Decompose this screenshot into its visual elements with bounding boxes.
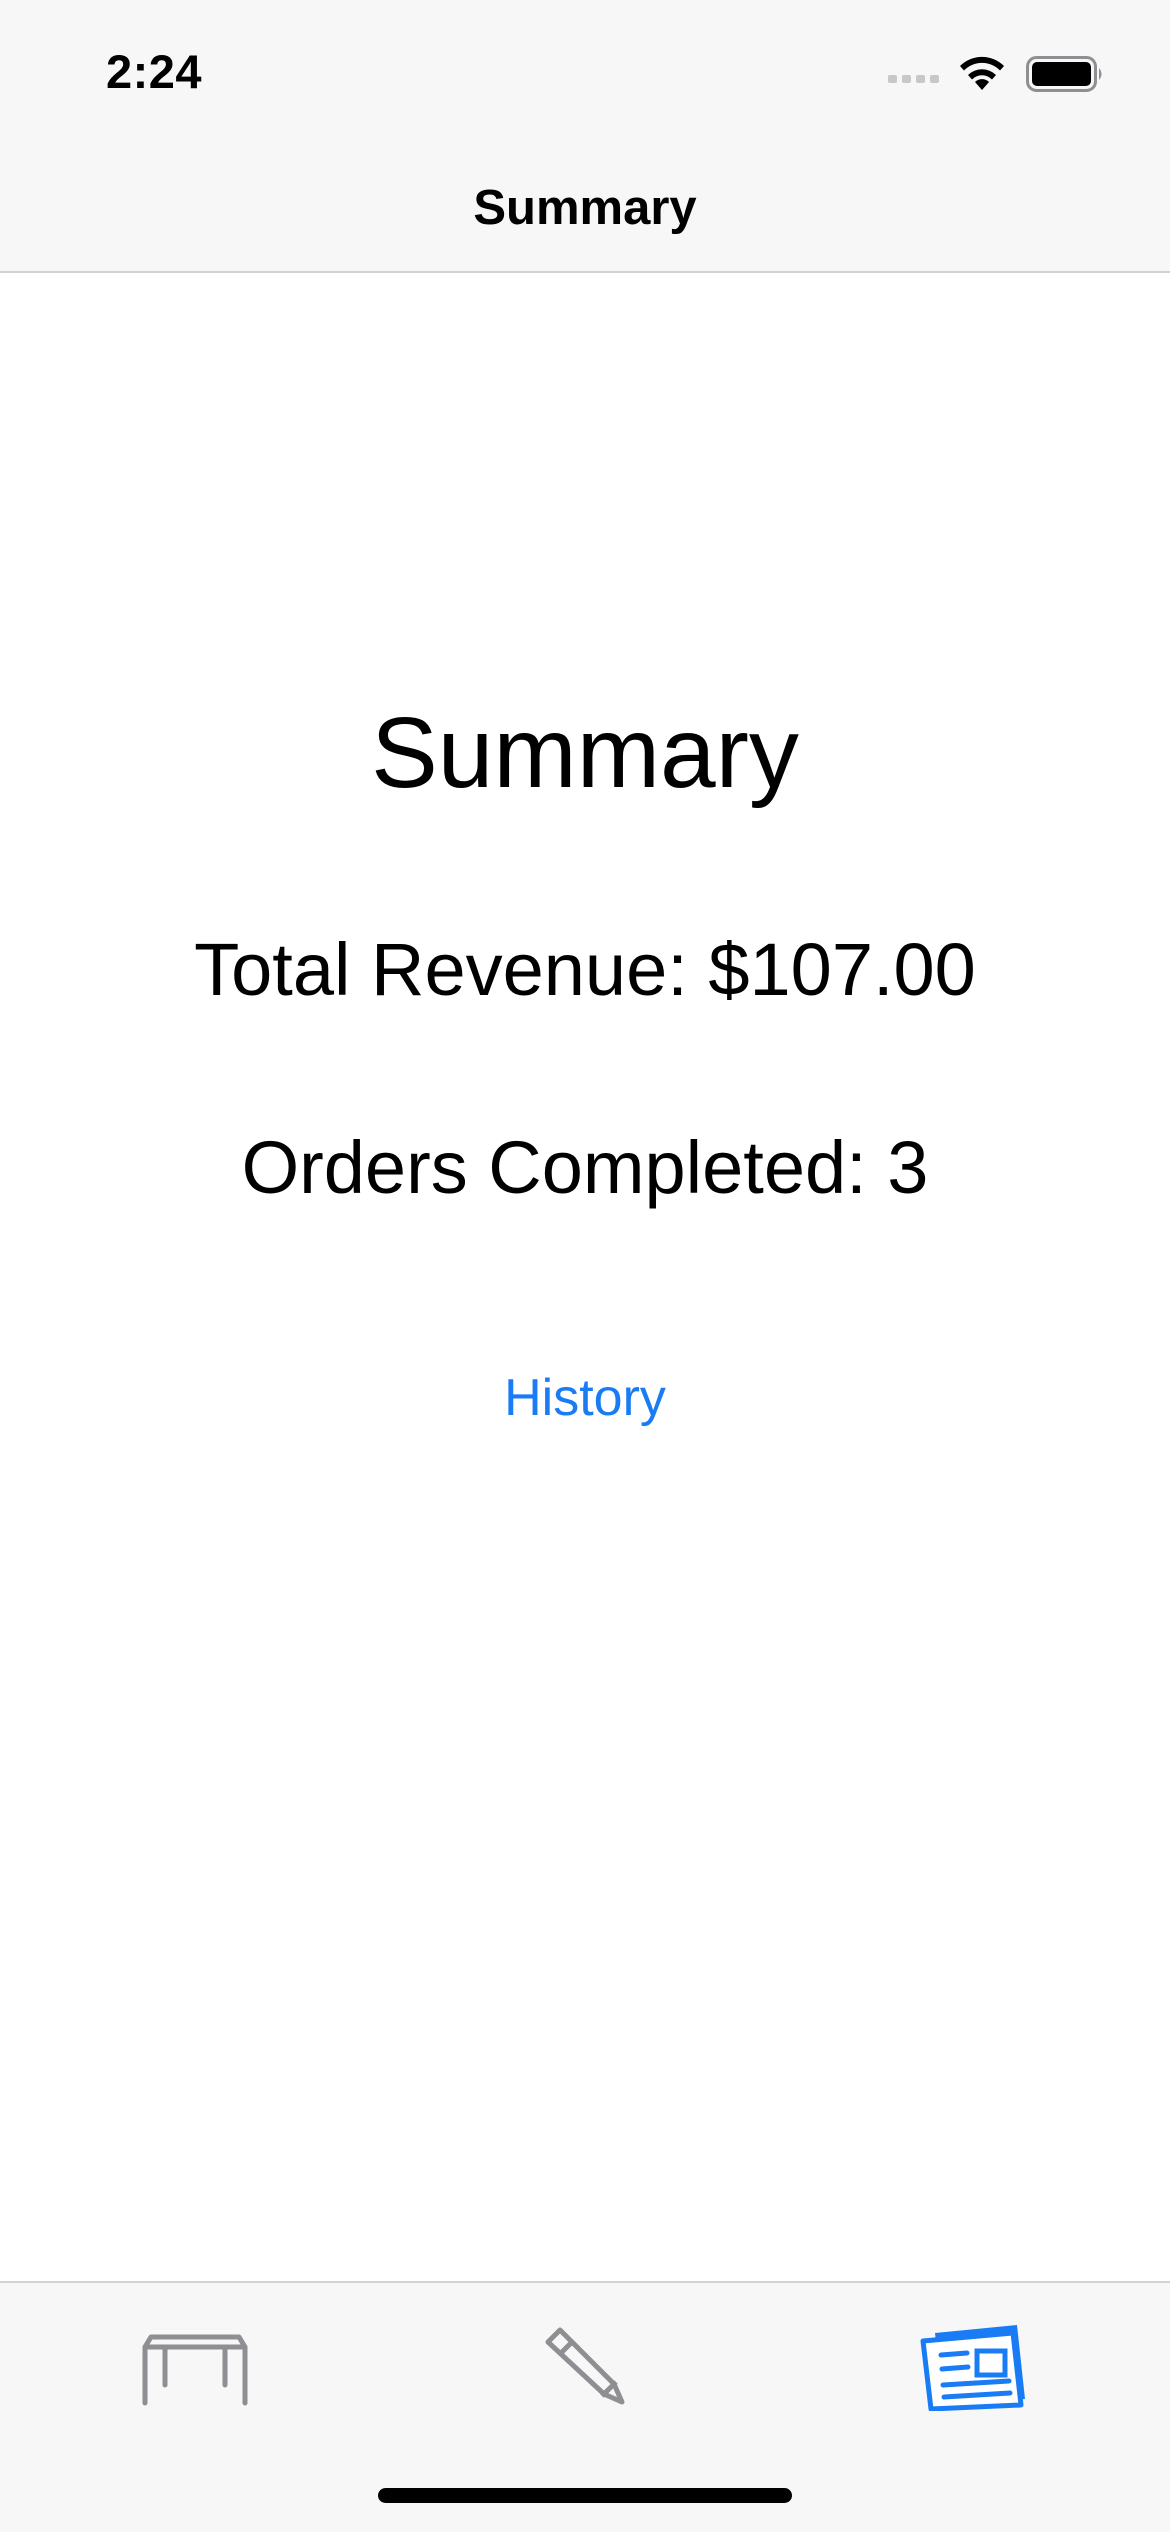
tab-edit[interactable] (495, 2305, 675, 2425)
screen: 2:24 Summary Summary Total Revenue: $107… (0, 0, 1170, 2532)
main-content: Summary Total Revenue: $107.00 Orders Co… (0, 273, 1170, 2281)
status-time: 2:24 (106, 45, 203, 98)
top-chrome: 2:24 Summary (0, 0, 1170, 273)
tab-tables[interactable] (105, 2305, 285, 2425)
newspaper-icon (920, 2325, 1025, 2411)
tab-bar (0, 2281, 1170, 2532)
history-button[interactable]: History (435, 1363, 735, 1433)
wifi-icon (960, 56, 1004, 90)
nav-title: Summary (473, 181, 697, 235)
cellular-signal-icon (888, 75, 939, 83)
home-indicator[interactable] (378, 2488, 792, 2503)
summary-heading: Summary (371, 697, 799, 809)
battery-icon (1026, 56, 1102, 92)
status-icons (888, 50, 1118, 100)
orders-completed-label: Orders Completed: 3 (241, 1126, 929, 1209)
table-icon (142, 2334, 248, 2406)
pencil-icon (545, 2327, 625, 2405)
total-revenue-label: Total Revenue: $107.00 (194, 928, 976, 1011)
tab-summary[interactable] (885, 2305, 1065, 2425)
